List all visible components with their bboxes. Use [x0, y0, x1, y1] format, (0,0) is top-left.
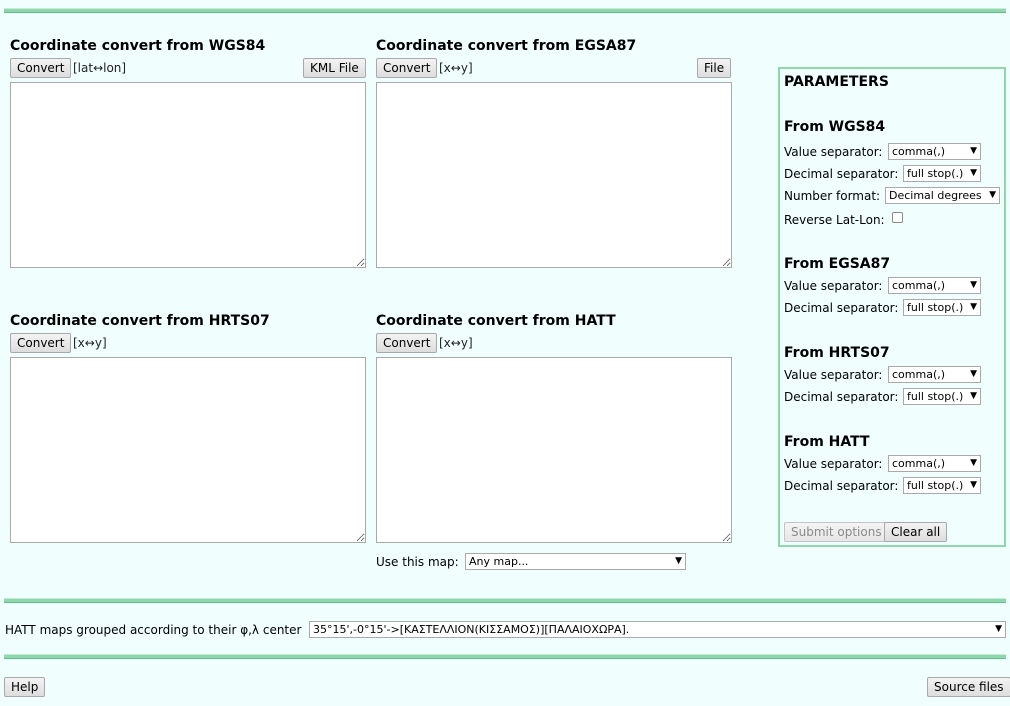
- chevron-down-icon: ▼: [970, 369, 977, 379]
- hrts07-textarea[interactable]: [10, 357, 366, 543]
- hrts07-value-separator-select[interactable]: comma(,) ▼: [888, 366, 981, 383]
- egsa87-convert-button[interactable]: Convert: [376, 58, 438, 78]
- source-files-button[interactable]: Source files: [927, 677, 1010, 697]
- help-button[interactable]: Help: [4, 677, 46, 697]
- chevron-down-icon: ▼: [970, 302, 977, 312]
- egsa87-value-separator-value: comma(,): [892, 279, 946, 292]
- from-hatt-title: From HATT: [784, 434, 870, 450]
- wgs84-decimal-separator-select[interactable]: full stop(.) ▼: [903, 165, 981, 182]
- hrts07-title: Coordinate convert from HRTS07: [10, 313, 270, 329]
- egsa87-file-button[interactable]: File: [697, 58, 732, 78]
- reverse-lat-lon-label: Reverse Lat-Lon:: [784, 213, 885, 227]
- egsa87-decimal-separator-value: full stop(.): [907, 301, 964, 314]
- egsa87-decimal-separator-select[interactable]: full stop(.) ▼: [903, 299, 981, 316]
- chevron-down-icon: ▼: [970, 458, 977, 468]
- map-select[interactable]: Any map... ▼: [465, 553, 686, 570]
- wgs84-hint: [lat↔lon]: [73, 61, 127, 75]
- hatt-hint: [x↔y]: [439, 336, 473, 350]
- hatt-value-separator-label: Value separator:: [784, 457, 883, 471]
- wgs84-decimal-separator-value: full stop(.): [907, 167, 964, 180]
- egsa87-decimal-separator-label: Decimal separator:: [784, 301, 899, 315]
- top-divider: [4, 8, 1006, 13]
- egsa87-hint: [x↔y]: [439, 61, 473, 75]
- hrts07-convert-button[interactable]: Convert: [10, 333, 72, 353]
- hrts07-value-separator-label: Value separator:: [784, 368, 883, 382]
- hatt-maps-label: HATT maps grouped according to their φ,λ…: [5, 623, 302, 637]
- egsa87-title: Coordinate convert from EGSA87: [376, 38, 637, 54]
- egsa87-value-separator-label: Value separator:: [784, 279, 883, 293]
- parameters-title: PARAMETERS: [784, 74, 889, 90]
- hatt-decimal-separator-label: Decimal separator:: [784, 479, 899, 493]
- wgs84-value-separator-label: Value separator:: [784, 145, 883, 159]
- middle-divider: [4, 598, 1006, 603]
- from-hrts07-title: From HRTS07: [784, 345, 890, 361]
- chevron-down-icon: ▼: [675, 556, 682, 566]
- wgs84-textarea[interactable]: [10, 82, 366, 268]
- wgs84-value-separator-select[interactable]: comma(,) ▼: [888, 143, 981, 160]
- hatt-value-separator-value: comma(,): [892, 457, 946, 470]
- hrts07-value-separator-value: comma(,): [892, 368, 946, 381]
- wgs84-number-format-label: Number format:: [784, 189, 881, 203]
- chevron-down-icon: ▼: [970, 480, 977, 490]
- chevron-down-icon: ▼: [989, 190, 996, 200]
- egsa87-value-separator-select[interactable]: comma(,) ▼: [888, 277, 981, 294]
- wgs84-number-format-select[interactable]: Decimal degrees ▼: [885, 187, 1000, 204]
- chevron-down-icon: ▼: [995, 624, 1002, 634]
- wgs84-title: Coordinate convert from WGS84: [10, 38, 266, 54]
- chevron-down-icon: ▼: [970, 168, 977, 178]
- hatt-value-separator-select[interactable]: comma(,) ▼: [888, 455, 981, 472]
- submit-options-button[interactable]: Submit options: [784, 522, 889, 542]
- hatt-convert-button[interactable]: Convert: [376, 333, 438, 353]
- hrts07-decimal-separator-select[interactable]: full stop(.) ▼: [903, 388, 981, 405]
- from-egsa87-title: From EGSA87: [784, 256, 891, 272]
- chevron-down-icon: ▼: [970, 280, 977, 290]
- hatt-decimal-separator-select[interactable]: full stop(.) ▼: [903, 477, 981, 494]
- hrts07-decimal-separator-label: Decimal separator:: [784, 390, 899, 404]
- wgs84-kml-file-button[interactable]: KML File: [303, 58, 366, 78]
- reverse-lat-lon-checkbox[interactable]: [892, 212, 903, 223]
- egsa87-textarea[interactable]: [376, 82, 732, 268]
- hatt-title: Coordinate convert from HATT: [376, 313, 616, 329]
- clear-all-button[interactable]: Clear all: [884, 522, 948, 542]
- hatt-maps-select-value: 35°15',-0°15'->[ΚΑΣΤΕΛΛΙΟΝ(ΚΙΣΣΑΜΟΣ)][ΠΑ…: [313, 623, 630, 636]
- wgs84-value-separator-value: comma(,): [892, 145, 946, 158]
- hrts07-hint: [x↔y]: [73, 336, 107, 350]
- map-select-value: Any map...: [469, 555, 529, 568]
- wgs84-number-format-value: Decimal degrees: [889, 189, 982, 202]
- wgs84-convert-button[interactable]: Convert: [10, 58, 72, 78]
- hatt-textarea[interactable]: [376, 357, 732, 543]
- wgs84-decimal-separator-label: Decimal separator:: [784, 167, 899, 181]
- chevron-down-icon: ▼: [970, 391, 977, 401]
- chevron-down-icon: ▼: [970, 146, 977, 156]
- from-wgs84-title: From WGS84: [784, 119, 886, 135]
- parameters-panel: PARAMETERS From WGS84 Value separator: c…: [778, 67, 1006, 547]
- map-label: Use this map:: [376, 555, 459, 569]
- bottom-divider: [4, 654, 1006, 659]
- hatt-maps-select[interactable]: 35°15',-0°15'->[ΚΑΣΤΕΛΛΙΟΝ(ΚΙΣΣΑΜΟΣ)][ΠΑ…: [309, 621, 1006, 638]
- hatt-decimal-separator-value: full stop(.): [907, 479, 964, 492]
- hrts07-decimal-separator-value: full stop(.): [907, 390, 964, 403]
